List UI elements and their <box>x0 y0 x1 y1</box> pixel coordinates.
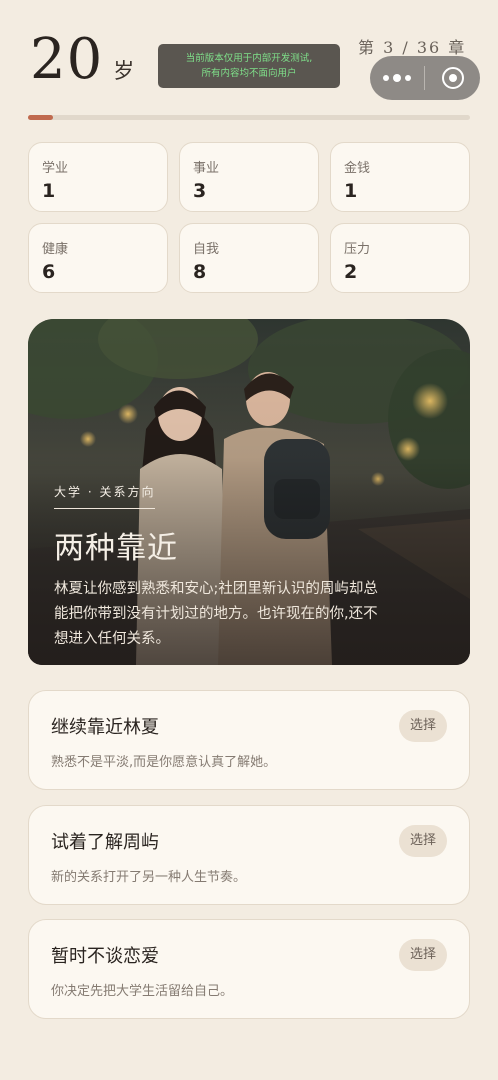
chapter-progress-fill <box>28 115 53 120</box>
choice-title: 暂时不谈恋爱 <box>51 946 159 967</box>
choice-title: 继续靠近林夏 <box>51 717 159 738</box>
stat-value: 8 <box>193 261 207 283</box>
stat-value: 2 <box>344 261 358 283</box>
stat-card-self: 自我 8 <box>179 223 319 293</box>
story-text: 大学 · 关系方向 两种靠近 林夏让你感到熟悉和安心;社团里新认识的周屿却总能把… <box>54 481 384 652</box>
chapter-progress-bar <box>28 115 470 120</box>
story-tag: 大学 · 关系方向 <box>54 483 156 509</box>
stat-card-stress: 压力 2 <box>330 223 470 293</box>
choice-description: 熟悉不是平淡,而是你愿意认真了解她。 <box>51 755 277 770</box>
choice-card-linxia[interactable]: 继续靠近林夏 熟悉不是平淡,而是你愿意认真了解她。 选择 <box>28 690 470 790</box>
stat-label: 金钱 <box>344 161 371 176</box>
stat-card-academics: 学业 1 <box>28 142 168 212</box>
stat-value: 6 <box>42 261 56 283</box>
chapter-counter: 第 3 / 36 章 <box>358 38 467 57</box>
dev-notice-line2: 所有内容均不面向用户 <box>201 68 297 79</box>
age-display: 20 岁 <box>30 32 134 88</box>
stat-value: 1 <box>42 180 56 202</box>
age-number: 20 <box>30 27 104 92</box>
stat-label: 事业 <box>193 161 220 176</box>
story-title: 两种靠近 <box>54 531 178 566</box>
choice-title: 试着了解周屿 <box>51 832 159 853</box>
select-button[interactable]: 选择 <box>399 939 447 971</box>
story-card: 大学 · 关系方向 两种靠近 林夏让你感到熟悉和安心;社团里新认识的周屿却总能把… <box>28 319 470 665</box>
stat-label: 健康 <box>42 242 69 257</box>
stat-value: 1 <box>344 180 358 202</box>
stat-value: 3 <box>193 180 207 202</box>
dev-notice: 当前版本仅用于内部开发测试, 所有内容均不面向用户 <box>158 44 340 88</box>
stat-card-health: 健康 6 <box>28 223 168 293</box>
stats-grid: 学业 1 事业 3 金钱 1 健康 6 自我 8 压力 2 <box>28 142 470 293</box>
select-button[interactable]: 选择 <box>399 710 447 742</box>
choice-description: 新的关系打开了另一种人生节奏。 <box>51 870 247 885</box>
choice-card-zhouyu[interactable]: 试着了解周屿 新的关系打开了另一种人生节奏。 选择 <box>28 805 470 905</box>
stat-label: 压力 <box>344 242 371 257</box>
target-close-icon[interactable] <box>425 56 480 100</box>
choice-description: 你决定先把大学生活留给自己。 <box>51 984 234 999</box>
stat-label: 学业 <box>42 161 69 176</box>
more-dots-icon[interactable] <box>370 56 424 100</box>
choice-card-no-dating[interactable]: 暂时不谈恋爱 你决定先把大学生活留给自己。 选择 <box>28 919 470 1019</box>
story-description: 林夏让你感到熟悉和安心;社团里新认识的周屿却总能把你带到没有计划过的地方。也许现… <box>54 581 378 647</box>
miniprogram-capsule <box>370 56 480 100</box>
dev-notice-line1: 当前版本仅用于内部开发测试, <box>185 53 313 64</box>
stat-label: 自我 <box>193 242 220 257</box>
stat-card-money: 金钱 1 <box>330 142 470 212</box>
age-unit: 岁 <box>113 59 135 83</box>
stat-card-career: 事业 3 <box>179 142 319 212</box>
select-button[interactable]: 选择 <box>399 825 447 857</box>
